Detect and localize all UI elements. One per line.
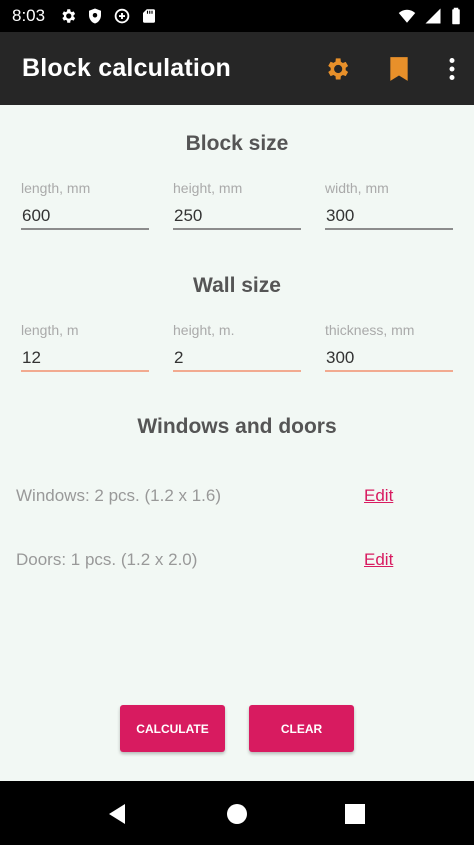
edit-doors-link[interactable]: Edit: [364, 550, 393, 570]
shield-status-icon: [89, 8, 102, 24]
wall-length-label: length, m: [21, 322, 79, 338]
block-size-title: Block size: [185, 132, 289, 155]
windows-summary: Windows: 2 pcs. (1.2 x 1.6): [16, 486, 222, 505]
home-icon: [227, 804, 247, 824]
recents-icon: [345, 804, 365, 824]
settings-button[interactable]: [306, 38, 368, 100]
recents-button[interactable]: [340, 799, 370, 829]
sd-card-status-icon: [143, 9, 156, 23]
wall-length-field: length, m: [21, 322, 149, 372]
system-navigation-bar: [0, 781, 474, 845]
back-button[interactable]: [102, 799, 132, 829]
status-time: 8:03: [12, 6, 46, 25]
edit-windows-link[interactable]: Edit: [364, 486, 393, 506]
status-notification-icons: [59, 7, 158, 25]
back-icon: [109, 804, 125, 824]
app-bar-actions: [306, 38, 474, 100]
calculate-button[interactable]: CALCULATE: [120, 705, 225, 752]
windows-doors-title: Windows and doors: [137, 415, 337, 438]
clear-button[interactable]: CLEAR: [249, 705, 354, 752]
block-length-input[interactable]: [21, 204, 149, 230]
block-height-label: height, mm: [173, 180, 243, 196]
block-width-label: width, mm: [325, 180, 389, 196]
wall-thickness-field: thickness, mm: [325, 322, 453, 372]
signal-icon: [425, 8, 441, 24]
settings-status-icon: [62, 9, 76, 23]
bookmark-button[interactable]: [368, 38, 430, 100]
bookmark-icon: [390, 56, 408, 81]
wifi-icon: [398, 9, 416, 23]
doors-summary: Doors: 1 pcs. (1.2 x 2.0): [16, 550, 198, 569]
wall-thickness-input[interactable]: [325, 346, 453, 372]
wall-thickness-label: thickness, mm: [325, 322, 415, 338]
gear-icon: [328, 57, 349, 79]
block-width-input[interactable]: [325, 204, 453, 230]
wall-height-label: height, m.: [173, 322, 235, 338]
battery-icon: [452, 7, 460, 25]
wall-height-input[interactable]: [173, 346, 301, 372]
wall-size-title: Wall size: [193, 274, 281, 297]
block-length-label: length, mm: [21, 180, 91, 196]
block-width-field: width, mm: [325, 180, 453, 230]
app-title: Block calculation: [22, 54, 232, 82]
block-height-input[interactable]: [173, 204, 301, 230]
status-system-icons: [398, 7, 462, 25]
block-height-field: height, mm: [173, 180, 301, 230]
wall-height-field: height, m.: [173, 322, 301, 372]
overflow-menu-button[interactable]: [430, 38, 474, 100]
app-bar: Block calculation: [0, 32, 474, 105]
data-saver-status-icon: [114, 8, 130, 24]
more-vert-icon: [449, 57, 455, 80]
status-bar: 8:03: [0, 0, 474, 32]
home-button[interactable]: [222, 799, 252, 829]
block-length-field: length, mm: [21, 180, 149, 230]
wall-length-input[interactable]: [21, 346, 149, 372]
